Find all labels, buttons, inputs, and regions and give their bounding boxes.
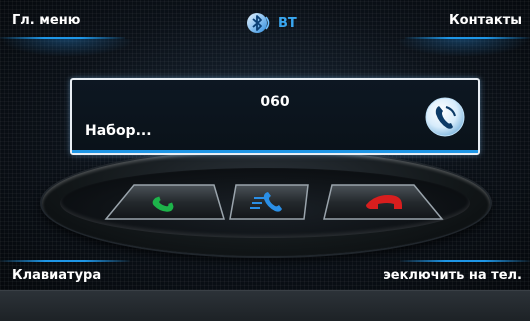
reject-call-button[interactable] [322, 183, 444, 221]
call-status-text: Набор... [85, 123, 152, 139]
bluetooth-icon [247, 13, 270, 33]
bluetooth-label: BT [278, 15, 297, 31]
keypad-underline [0, 260, 130, 262]
call-status-panel: 060 Набор... [70, 78, 480, 155]
phone-icon [425, 97, 465, 137]
main-menu-label: Гл. меню [12, 13, 81, 28]
call-panel-accent [72, 150, 478, 153]
contacts-button[interactable]: Контакты [395, 13, 530, 57]
reject-button-shape [323, 184, 444, 220]
accept-button-shape [104, 184, 226, 220]
accept-call-button[interactable] [104, 183, 226, 221]
contacts-label: Контакты [449, 13, 522, 28]
switch-to-phone-button[interactable]: эеключить на тел. [383, 260, 530, 283]
keypad-label: Клавиатура [12, 268, 102, 283]
contacts-glow [395, 39, 530, 57]
phone-screen: Гл. меню BT Контакты 060 Набор... Клавиа… [0, 0, 530, 290]
bottom-status-bar [0, 290, 530, 321]
dialed-number: 060 [260, 94, 290, 110]
main-menu-button[interactable]: Гл. меню [0, 13, 135, 57]
switch-to-phone-label: эеключить на тел. [383, 268, 522, 283]
keypad-button[interactable]: Клавиатура [0, 260, 130, 283]
transfer-call-button[interactable] [228, 183, 312, 221]
switch-to-phone-underline [400, 260, 530, 262]
transfer-button-shape [229, 184, 309, 220]
bluetooth-indicator: BT [244, 12, 297, 34]
main-menu-glow [0, 39, 135, 57]
